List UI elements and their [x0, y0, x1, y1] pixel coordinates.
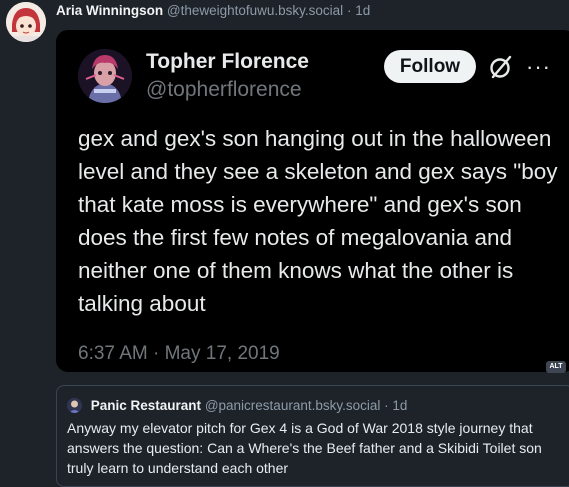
embed-avatar	[78, 49, 132, 103]
quote-avatar	[67, 398, 82, 413]
quote-time[interactable]: 1d	[392, 398, 407, 413]
quote-author-name[interactable]: Panic Restaurant	[91, 398, 201, 413]
embed-author-handle: @topherflorence	[146, 78, 302, 101]
quote-text: Anyway my elevator pitch for Gex 4 is a …	[67, 420, 542, 476]
author-name[interactable]: Aria Winningson	[56, 3, 163, 18]
quote-header: Panic Restaurant @panicrestaurant.bsky.s…	[67, 398, 407, 413]
quote-author-handle[interactable]: @panicrestaurant.bsky.social	[205, 398, 381, 413]
quote-avatar-icon	[67, 398, 82, 413]
anime-avatar-icon	[6, 2, 46, 42]
tweet-text: gex and gex's son hanging out in the hal…	[78, 126, 558, 316]
follow-button: Follow	[384, 50, 476, 83]
alt-text-badge[interactable]: ALT	[546, 361, 566, 373]
x-logo-icon	[490, 55, 512, 79]
post-time[interactable]: 1d	[355, 3, 370, 18]
header-separator: ·	[346, 3, 352, 18]
more-options-icon: ···	[526, 54, 551, 79]
quoted-post[interactable]: Panic Restaurant @panicrestaurant.bsky.s…	[56, 385, 569, 487]
author-handle[interactable]: @theweightofuwu.bsky.social	[167, 3, 343, 18]
portrait-avatar-icon	[78, 49, 132, 103]
quote-separator: ·	[384, 398, 389, 413]
tweet-date: 6:37 AM · May 17, 2019	[78, 343, 280, 364]
embed-author-name: Topher Florence	[146, 50, 309, 73]
post-header: Aria Winningson @theweightofuwu.bsky.soc…	[56, 3, 370, 18]
embedded-tweet-image[interactable]: Topher Florence @topherflorence Follow ·…	[56, 30, 569, 372]
author-avatar[interactable]	[6, 2, 46, 42]
